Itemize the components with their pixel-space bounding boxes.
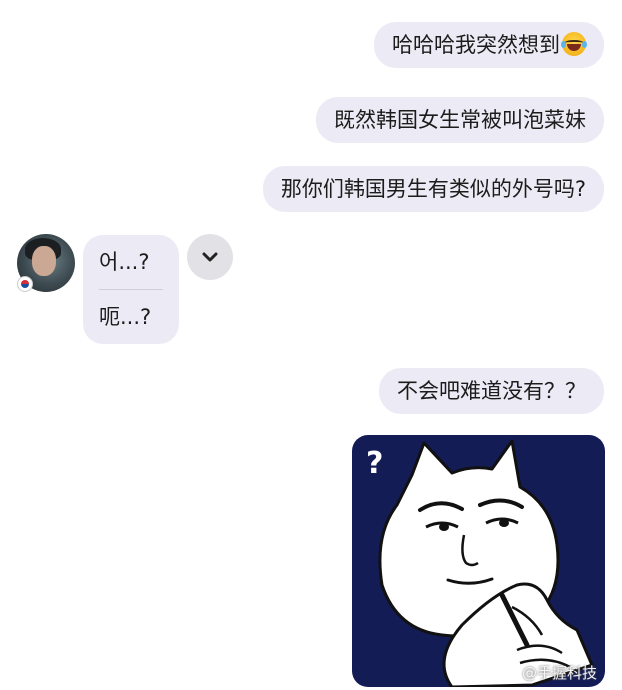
message-out-2[interactable]: 既然韩国女生常被叫泡菜妹 [316,97,604,143]
message-out-4[interactable]: 不会吧难道没有？？ [379,368,604,414]
message-text: 那你们韩国男生有类似的外号吗? [280,177,586,201]
message-text: 哈哈哈我突然想到 [392,33,560,57]
watermark-text: @手握科技 [521,664,597,682]
message-text: 不会吧难道没有？？ [397,379,586,403]
message-in-1[interactable]: 어...? [99,235,163,289]
south-korea-flag-icon [17,276,33,292]
watermark: @手握科技 [497,662,597,683]
message-out-3[interactable]: 那你们韩国男生有类似的外号吗? [262,166,604,212]
weibo-icon [497,666,518,680]
message-in-group[interactable]: 어...? 呃...? [83,235,179,344]
cat-thinking-sticker[interactable]: ? @手握科技 [352,435,605,687]
message-in-2[interactable]: 呃...? [99,290,163,344]
avatar-face [32,246,56,276]
chevron-down-icon [202,252,218,262]
expand-button[interactable] [187,234,233,280]
message-out-1[interactable]: 哈哈哈我突然想到 [374,22,604,68]
svg-text:?: ? [366,446,383,481]
cat-thinking-sticker-icon: ? [366,439,594,687]
message-text: 既然韩国女生常被叫泡菜妹 [334,108,586,132]
laughing-tears-emoji-icon [561,32,587,56]
